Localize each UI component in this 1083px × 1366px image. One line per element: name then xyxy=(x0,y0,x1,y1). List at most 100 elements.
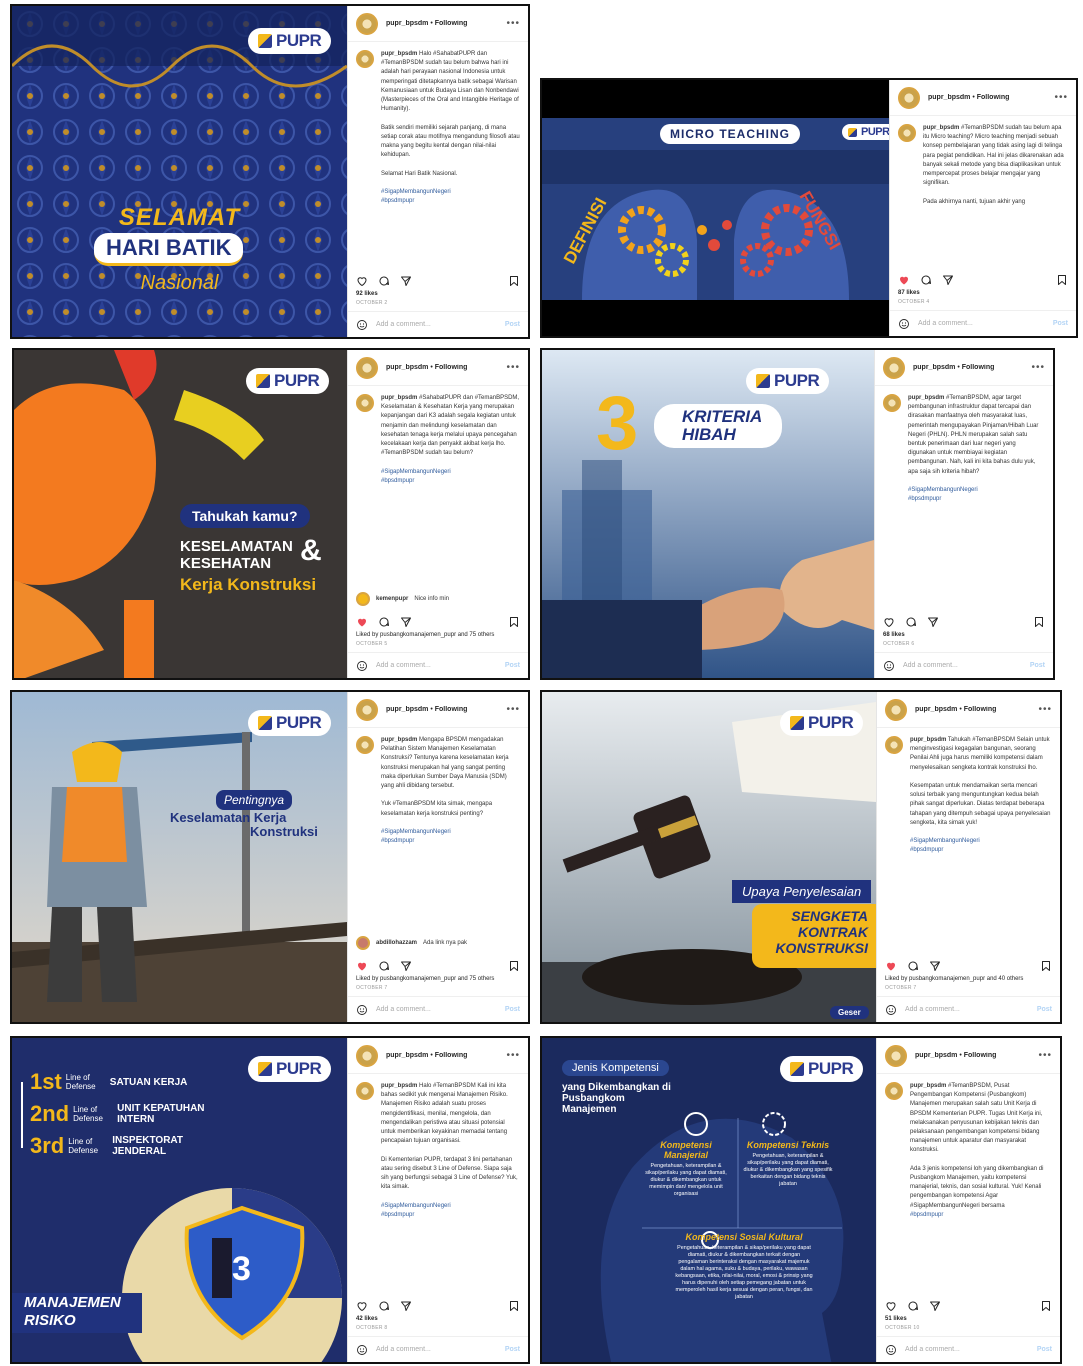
share-icon[interactable] xyxy=(929,1300,941,1312)
post-image-2[interactable]: MICRO TEACHING PUPR DEFINISI FUNGSI xyxy=(542,80,889,336)
comment-username[interactable]: kemenpupr xyxy=(376,596,408,602)
comment-icon[interactable] xyxy=(378,960,390,972)
heart-filled-icon[interactable] xyxy=(356,616,368,628)
likes-count[interactable]: 87 likes xyxy=(890,288,1076,298)
comment-input[interactable]: Add a comment... xyxy=(905,1346,960,1353)
avatar[interactable] xyxy=(898,86,920,109)
following-button[interactable]: Following xyxy=(435,706,468,713)
likes-count[interactable]: 68 likes xyxy=(875,630,1053,640)
comment-input[interactable]: Add a comment... xyxy=(903,662,958,669)
avatar[interactable] xyxy=(356,1044,378,1067)
more-options-icon[interactable]: ••• xyxy=(1038,1050,1052,1061)
more-options-icon[interactable]: ••• xyxy=(1038,704,1052,715)
comment-icon[interactable] xyxy=(378,616,390,628)
caption-username[interactable]: pupr_bpsdm xyxy=(910,1083,946,1089)
heart-icon[interactable] xyxy=(883,616,895,628)
comment-input[interactable]: Add a comment... xyxy=(905,1006,960,1013)
post-image-6[interactable]: PUPR Upaya Penyelesaian SENGKETA KONTRAK… xyxy=(542,692,876,1022)
more-options-icon[interactable]: ••• xyxy=(1054,92,1068,103)
likes-count[interactable]: Liked by pusbangkomanajemen_pupr and 75 … xyxy=(348,630,528,640)
comment-icon[interactable] xyxy=(378,275,390,287)
heart-icon[interactable] xyxy=(356,1300,368,1312)
username[interactable]: pupr_bpsdm xyxy=(928,94,970,101)
post-image-7[interactable]: PUPR 1st Line of Defense SATUAN KERJA 2n… xyxy=(12,1038,347,1362)
username[interactable]: pupr_bpsdm xyxy=(386,364,428,371)
following-button[interactable]: Following xyxy=(435,364,468,371)
hashtags[interactable]: #SigapMembangunNegeri #bpsdmpupr xyxy=(381,1203,451,1218)
caption-username[interactable]: pupr_bpsdm xyxy=(910,737,946,743)
following-button[interactable]: Following xyxy=(435,1052,468,1059)
bookmark-icon[interactable] xyxy=(1040,960,1052,972)
hashtags[interactable]: #SigapMembangunNegeri #bpsdmpupr xyxy=(381,829,451,844)
share-icon[interactable] xyxy=(400,1300,412,1312)
avatar[interactable] xyxy=(356,592,370,606)
caption-username[interactable]: pupr_bpsdm xyxy=(381,395,417,401)
heart-filled-icon[interactable] xyxy=(885,960,897,972)
bookmark-icon[interactable] xyxy=(508,616,520,628)
more-options-icon[interactable]: ••• xyxy=(1031,362,1045,373)
share-icon[interactable] xyxy=(927,616,939,628)
caption-username[interactable]: pupr_bpsdm xyxy=(381,51,417,57)
emoji-icon[interactable] xyxy=(885,1344,897,1356)
heart-icon[interactable] xyxy=(356,275,368,287)
emoji-icon[interactable] xyxy=(898,318,910,330)
comment-icon[interactable] xyxy=(920,274,932,286)
comment-icon[interactable] xyxy=(378,1300,390,1312)
avatar[interactable] xyxy=(356,736,374,754)
bookmark-icon[interactable] xyxy=(508,1300,520,1312)
username[interactable]: pupr_bpsdm xyxy=(386,1052,428,1059)
comment-input[interactable]: Add a comment... xyxy=(918,320,973,327)
caption-username[interactable]: pupr_bpsdm xyxy=(381,737,417,743)
avatar[interactable] xyxy=(885,698,907,721)
post-button[interactable]: Post xyxy=(1053,320,1068,327)
username[interactable]: pupr_bpsdm xyxy=(386,706,428,713)
post-button[interactable]: Post xyxy=(505,1006,520,1013)
emoji-icon[interactable] xyxy=(356,319,368,331)
comment-icon[interactable] xyxy=(907,1300,919,1312)
heart-filled-icon[interactable] xyxy=(898,274,910,286)
post-image-3[interactable]: PUPR Tahukah kamu? KESELAMATAN KESEHATAN… xyxy=(14,350,347,678)
username[interactable]: pupr_bpsdm xyxy=(386,20,428,27)
comment-input[interactable]: Add a comment... xyxy=(376,662,431,669)
hashtags[interactable]: #SigapMembangunNegeri #bpsdmpupr xyxy=(381,189,451,204)
caption-username[interactable]: pupr_bpsdm xyxy=(908,395,944,401)
bookmark-icon[interactable] xyxy=(1033,616,1045,628)
bookmark-icon[interactable] xyxy=(1040,1300,1052,1312)
share-icon[interactable] xyxy=(942,274,954,286)
username[interactable]: pupr_bpsdm xyxy=(913,364,955,371)
likes-count[interactable]: 51 likes xyxy=(877,1314,1060,1324)
avatar[interactable] xyxy=(885,1044,907,1067)
caption-username[interactable]: pupr_bpsdm xyxy=(381,1083,417,1089)
comment-input[interactable]: Add a comment... xyxy=(376,1346,431,1353)
comment-icon[interactable] xyxy=(905,616,917,628)
post-button[interactable]: Post xyxy=(505,662,520,669)
hashtags[interactable]: #SigapMembangunNegeri #bpsdmpupr xyxy=(910,838,980,853)
avatar[interactable] xyxy=(356,394,374,412)
more-options-icon[interactable]: ••• xyxy=(506,362,520,373)
emoji-icon[interactable] xyxy=(356,660,368,672)
more-options-icon[interactable]: ••• xyxy=(506,18,520,29)
avatar[interactable] xyxy=(898,124,916,142)
share-icon[interactable] xyxy=(400,616,412,628)
bookmark-icon[interactable] xyxy=(1056,274,1068,286)
avatar[interactable] xyxy=(883,356,905,379)
avatar[interactable] xyxy=(885,736,903,754)
post-button[interactable]: Post xyxy=(1037,1346,1052,1353)
avatar[interactable] xyxy=(356,12,378,35)
hashtags[interactable]: #SigapMembangunNegeri #bpsdmpupr xyxy=(908,487,978,502)
likes-count[interactable]: 92 likes xyxy=(348,289,528,299)
avatar[interactable] xyxy=(356,50,374,68)
post-image-4[interactable]: PUPR 3 KRITERIA HIBAH xyxy=(542,350,874,678)
username[interactable]: pupr_bpsdm xyxy=(915,1052,957,1059)
more-options-icon[interactable]: ••• xyxy=(506,1050,520,1061)
avatar[interactable] xyxy=(885,1082,903,1100)
comment-input[interactable]: Add a comment... xyxy=(376,1006,431,1013)
emoji-icon[interactable] xyxy=(883,660,895,672)
share-icon[interactable] xyxy=(929,960,941,972)
more-options-icon[interactable]: ••• xyxy=(506,704,520,715)
post-image-5[interactable]: PUPR Pentingnya Keselamatan Kerja Konstr… xyxy=(12,692,347,1022)
post-button[interactable]: Post xyxy=(1037,1006,1052,1013)
heart-icon[interactable] xyxy=(885,1300,897,1312)
emoji-icon[interactable] xyxy=(885,1004,897,1016)
avatar[interactable] xyxy=(883,394,901,412)
